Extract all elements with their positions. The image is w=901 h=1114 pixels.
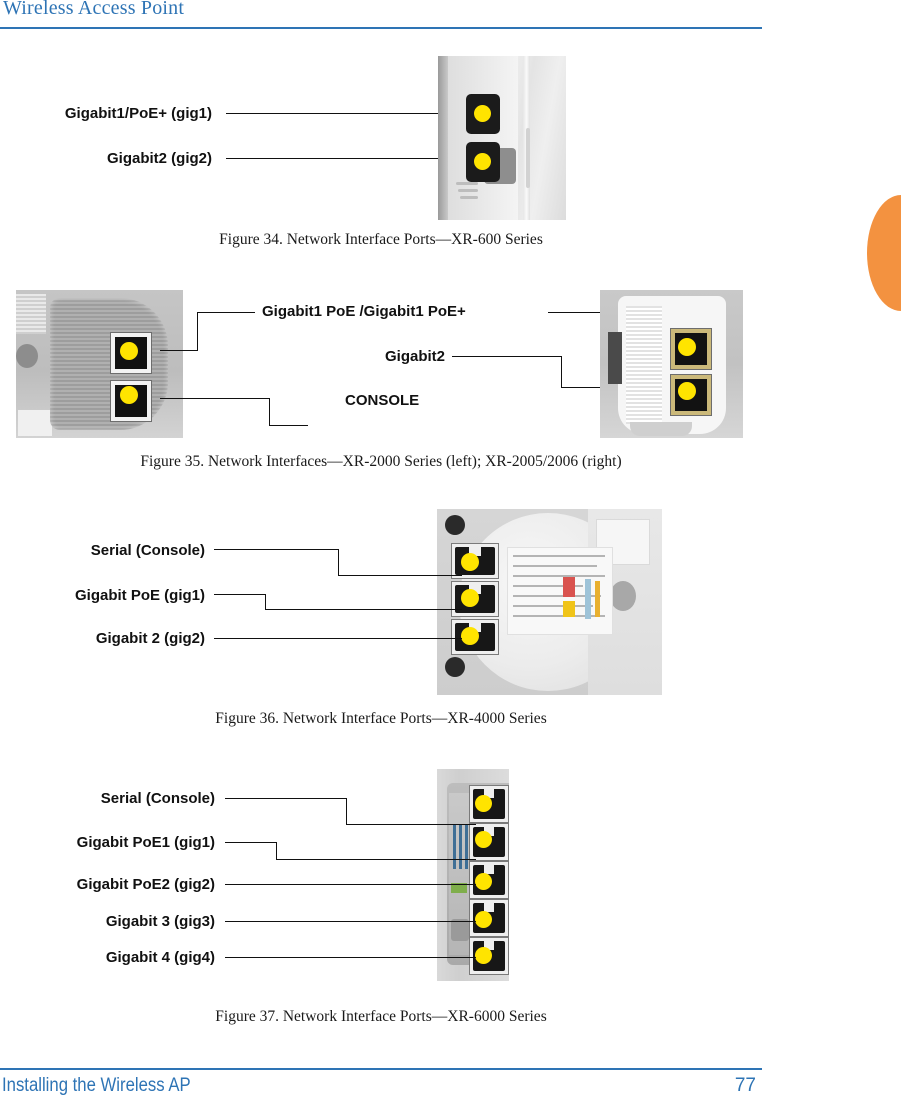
figure-35-leader-left-console-seg3	[269, 425, 308, 426]
figure-34-callout-gig1: Gigabit1/PoE+ (gig1)	[64, 105, 212, 122]
figure-35-leader-left-gig1-seg1	[160, 350, 198, 351]
figure-36-leader-console-seg2	[338, 549, 339, 576]
figure-37-leader-console-seg2	[346, 798, 347, 825]
figure-34-callout-gig2: Gigabit2 (gig2)	[107, 150, 212, 167]
figure-37-marker-gig3	[475, 911, 492, 928]
figure-37-marker-console	[475, 795, 492, 812]
figure-34-marker-gig2	[474, 153, 491, 170]
figure-37-photo-xr6000	[437, 769, 509, 981]
figure-36-photo-xr4000	[437, 509, 662, 695]
page-footer-page-number: 77	[734, 1075, 756, 1096]
figure-36-marker-gig2	[461, 627, 479, 645]
page-header-rule	[0, 27, 762, 29]
figure-37-leader-console-seg3	[346, 824, 476, 825]
figure-35-leader-left-console-seg2	[269, 398, 270, 426]
figure-37: Serial (Console) Gigabit PoE1 (gig1) Gig…	[0, 765, 901, 1030]
figure-35-right-marker-gig2	[678, 382, 696, 400]
figure-35: Gigabit1 PoE /Gigabit1 PoE+ Gigabit2 CON…	[0, 288, 901, 478]
figure-37-callout-gig3: Gigabit 3 (gig3)	[105, 913, 215, 930]
document-page: Wireless Access Point Gigabit1/PoE+ (gig…	[0, 0, 901, 1114]
figure-35-callout-console: CONSOLE	[345, 392, 420, 409]
figure-35-leader-left-gig1-seg2	[197, 312, 198, 351]
figure-36-leader-gig2	[214, 638, 462, 639]
figure-36-marker-gig1	[461, 589, 479, 607]
figure-35-leader-right-gig1-seg1	[548, 312, 605, 313]
figure-37-callout-console: Serial (Console)	[100, 790, 215, 807]
figure-36-leader-console-seg3	[338, 575, 462, 576]
page-footer-section: Installing the Wireless AP	[2, 1075, 191, 1096]
figure-34-photo-xr600	[438, 56, 566, 220]
figure-37-callout-gig1: Gigabit PoE1 (gig1)	[76, 834, 215, 851]
figure-37-callout-gig4: Gigabit 4 (gig4)	[105, 949, 215, 966]
figure-34-caption: Figure 34. Network Interface Ports—XR-60…	[219, 231, 543, 248]
figure-37-marker-gig2	[475, 873, 492, 890]
figure-35-callout-gig1: Gigabit1 PoE /Gigabit1 PoE+	[262, 303, 466, 320]
figure-35-photo-xr2000	[16, 290, 183, 438]
page-header-title: Wireless Access Point	[3, 0, 185, 19]
figure-35-leader-right-gig2-seg2	[561, 356, 562, 388]
figure-36-callout-console: Serial (Console)	[90, 542, 205, 559]
figure-35-photo-xr2005	[600, 290, 743, 438]
figure-36: Serial (Console) Gigabit PoE (gig1) Giga…	[0, 505, 901, 740]
figure-37-leader-gig3	[225, 921, 476, 922]
figure-35-leader-left-console-seg1	[160, 398, 270, 399]
figure-34-marker-gig1	[474, 105, 491, 122]
figure-36-leader-gig1-seg3	[265, 609, 462, 610]
figure-37-callout-gig2: Gigabit PoE2 (gig2)	[76, 876, 215, 893]
figure-36-leader-console-seg1	[214, 549, 339, 550]
figure-36-leader-gig1-seg1	[214, 594, 266, 595]
figure-37-marker-gig1	[475, 831, 492, 848]
figure-35-left-marker-console	[120, 386, 138, 404]
figure-37-leader-gig1-seg1	[225, 842, 277, 843]
figure-36-leader-gig1-seg2	[265, 594, 266, 610]
figure-36-caption: Figure 36. Network Interface Ports—XR-40…	[215, 710, 547, 727]
figure-37-leader-gig1-seg3	[276, 859, 476, 860]
figure-36-marker-console	[461, 553, 479, 571]
figure-34: Gigabit1/PoE+ (gig1) Gigabit2 (gig2) Fig…	[0, 52, 901, 252]
figure-36-callout-gig1: Gigabit PoE (gig1)	[75, 587, 205, 604]
figure-35-right-marker-gig1	[678, 338, 696, 356]
figure-37-leader-gig2	[225, 884, 476, 885]
figure-35-callout-gig2: Gigabit2	[384, 348, 445, 365]
figure-35-leader-right-gig2-seg1	[452, 356, 562, 357]
page-footer-rule	[0, 1068, 762, 1070]
figure-34-leader-gig1	[226, 113, 438, 114]
figure-37-leader-gig1-seg2	[276, 842, 277, 860]
figure-35-left-marker-gig1	[120, 342, 138, 360]
figure-37-leader-gig4	[225, 957, 476, 958]
figure-35-caption: Figure 35. Network Interfaces—XR-2000 Se…	[140, 453, 622, 470]
figure-37-leader-console-seg1	[225, 798, 347, 799]
figure-37-marker-gig4	[475, 947, 492, 964]
page-footer: Installing the Wireless AP 77	[0, 1068, 762, 1108]
figure-35-leader-left-gig1-seg3	[197, 312, 255, 313]
figure-37-caption: Figure 37. Network Interface Ports—XR-60…	[215, 1008, 547, 1025]
page-header: Wireless Access Point	[0, 0, 762, 34]
figure-36-callout-gig2: Gigabit 2 (gig2)	[95, 630, 205, 647]
figure-34-leader-gig2	[226, 158, 438, 159]
